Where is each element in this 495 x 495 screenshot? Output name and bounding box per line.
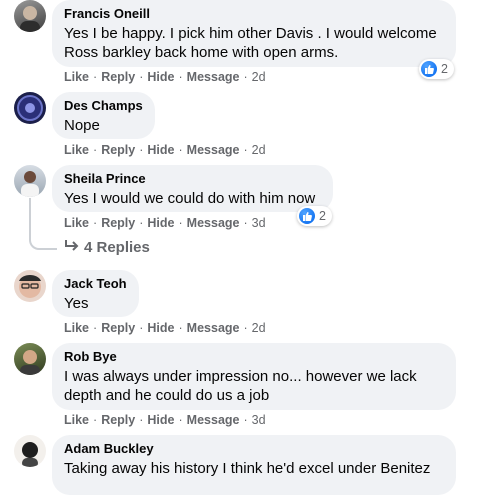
- view-replies-link[interactable]: 4 Replies: [64, 238, 150, 258]
- separator: ·: [243, 70, 248, 84]
- reply-button[interactable]: Reply: [101, 216, 135, 230]
- separator: ·: [93, 413, 98, 427]
- commenter-name[interactable]: Rob Bye: [64, 349, 444, 365]
- separator: ·: [139, 413, 144, 427]
- avatar[interactable]: [14, 435, 46, 467]
- reply-thread-line: [29, 198, 57, 250]
- comment-actions: Like · Reply · Hide · Message · 2d: [64, 142, 266, 158]
- hide-button[interactable]: Hide: [147, 413, 174, 427]
- commenter-name[interactable]: Jack Teoh: [64, 276, 127, 292]
- comment-text: Taking away his history I think he'd exc…: [64, 460, 431, 477]
- separator: ·: [139, 321, 144, 335]
- separator: ·: [178, 413, 183, 427]
- separator: ·: [243, 216, 248, 230]
- reply-button[interactable]: Reply: [101, 143, 135, 157]
- reaction-count[interactable]: 2: [297, 206, 332, 226]
- timestamp[interactable]: 3d: [252, 413, 266, 427]
- timestamp[interactable]: 2d: [252, 143, 266, 157]
- timestamp[interactable]: 3d: [252, 216, 266, 230]
- comment-bubble: Jack Teoh Yes: [52, 270, 139, 317]
- separator: ·: [178, 216, 183, 230]
- separator: ·: [243, 143, 248, 157]
- avatar[interactable]: [14, 165, 46, 197]
- timestamp[interactable]: 2d: [252, 70, 266, 84]
- avatar[interactable]: [14, 0, 46, 32]
- separator: ·: [93, 321, 98, 335]
- profile-photo-icon: [19, 275, 41, 298]
- comment-bubble: Des Champs Nope: [52, 92, 155, 139]
- avatar[interactable]: [14, 92, 46, 124]
- separator: ·: [139, 70, 144, 84]
- separator: ·: [139, 216, 144, 230]
- like-reaction-icon: [299, 208, 315, 224]
- separator: ·: [243, 413, 248, 427]
- comment-bubble: Rob Bye I was always under impression no…: [52, 343, 456, 410]
- commenter-name[interactable]: Sheila Prince: [64, 171, 321, 187]
- like-button[interactable]: Like: [64, 413, 89, 427]
- reaction-number: 2: [319, 209, 326, 223]
- separator: ·: [243, 321, 248, 335]
- reaction-number: 2: [441, 62, 448, 76]
- reply-button[interactable]: Reply: [101, 70, 135, 84]
- hide-button[interactable]: Hide: [147, 321, 174, 335]
- reaction-count[interactable]: 2: [419, 59, 454, 79]
- hide-button[interactable]: Hide: [147, 143, 174, 157]
- profile-photo-icon: [20, 350, 40, 375]
- comment-text: Yes I be happy. I pick him other Davis .…: [64, 25, 437, 61]
- like-button[interactable]: Like: [64, 321, 89, 335]
- reply-button[interactable]: Reply: [101, 321, 135, 335]
- separator: ·: [178, 321, 183, 335]
- like-button[interactable]: Like: [64, 70, 89, 84]
- avatar[interactable]: [14, 270, 46, 302]
- avatar[interactable]: [14, 343, 46, 375]
- replies-count: 4 Replies: [84, 239, 150, 256]
- comment-text: Nope: [64, 117, 100, 134]
- hide-button[interactable]: Hide: [147, 216, 174, 230]
- comment-actions: Like · Reply · Hide · Message · 3d: [64, 215, 266, 231]
- profile-photo-icon: [17, 95, 43, 121]
- separator: ·: [178, 70, 183, 84]
- timestamp[interactable]: 2d: [252, 321, 266, 335]
- comment-text: Yes: [64, 295, 89, 312]
- commenter-name[interactable]: Adam Buckley: [64, 441, 444, 457]
- separator: ·: [93, 216, 98, 230]
- message-button[interactable]: Message: [187, 216, 240, 230]
- message-button[interactable]: Message: [187, 321, 240, 335]
- like-button[interactable]: Like: [64, 216, 89, 230]
- commenter-name[interactable]: Francis Oneill: [64, 6, 444, 22]
- comment-bubble: Francis Oneill Yes I be happy. I pick hi…: [52, 0, 456, 67]
- message-button[interactable]: Message: [187, 70, 240, 84]
- hide-button[interactable]: Hide: [147, 70, 174, 84]
- message-button[interactable]: Message: [187, 143, 240, 157]
- comment-actions: Like · Reply · Hide · Message · 2d: [64, 69, 266, 85]
- comment-actions: Like · Reply · Hide · Message · 2d: [64, 320, 266, 336]
- comment-text: Yes I would we could do with him now: [64, 190, 316, 207]
- separator: ·: [139, 143, 144, 157]
- profile-photo-icon: [21, 171, 39, 197]
- separator: ·: [178, 143, 183, 157]
- like-reaction-icon: [421, 61, 437, 77]
- profile-photo-icon: [20, 6, 40, 32]
- like-button[interactable]: Like: [64, 143, 89, 157]
- profile-photo-icon: [22, 442, 38, 467]
- comment-bubble: Adam Buckley Taking away his history I t…: [52, 435, 456, 495]
- comment-actions: Like · Reply · Hide · Message · 3d: [64, 412, 266, 428]
- reply-button[interactable]: Reply: [101, 413, 135, 427]
- separator: ·: [93, 70, 98, 84]
- separator: ·: [93, 143, 98, 157]
- comment-text: I was always under impression no... howe…: [64, 368, 417, 404]
- comment-bubble: Sheila Prince Yes I would we could do wi…: [52, 165, 333, 212]
- reply-arrow-icon: [65, 240, 79, 251]
- commenter-name[interactable]: Des Champs: [64, 98, 143, 114]
- message-button[interactable]: Message: [187, 413, 240, 427]
